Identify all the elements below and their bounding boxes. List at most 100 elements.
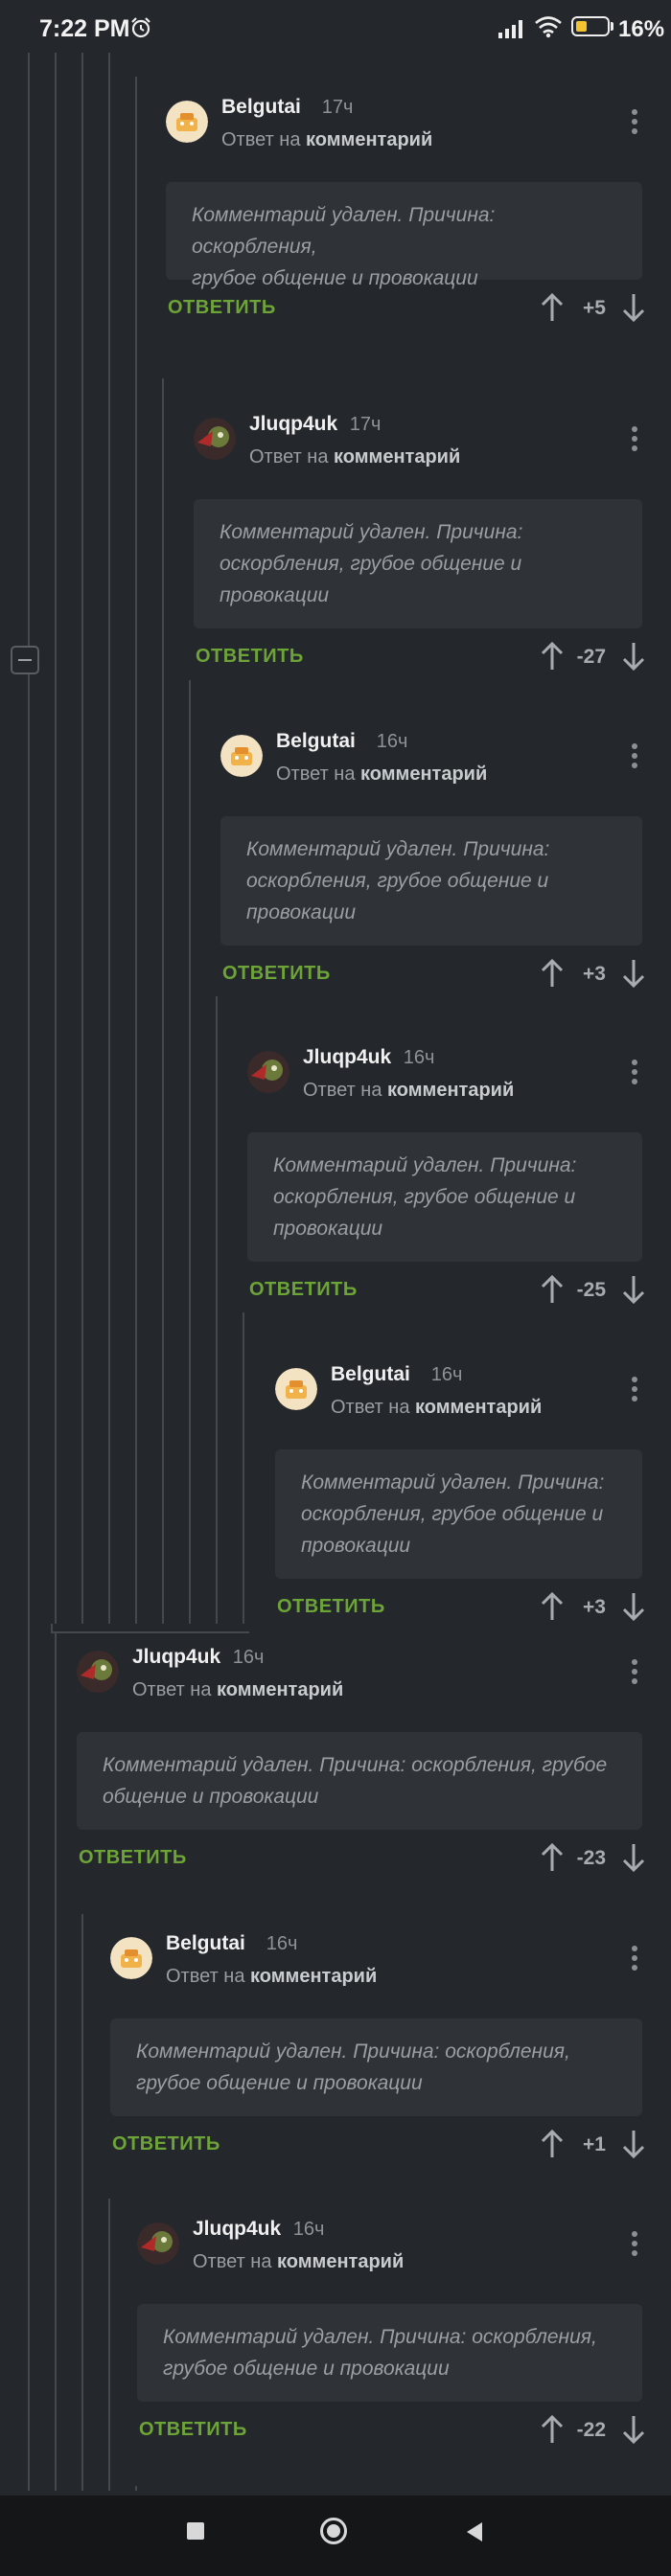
back-button[interactable]: [465, 2521, 484, 2542]
reply-prefix: Ответ на: [276, 764, 356, 785]
more-options-icon[interactable]: [631, 1946, 638, 1974]
comment-body: Комментарий удален. Причина: оскорбления…: [110, 2018, 642, 2116]
avatar[interactable]: [194, 418, 236, 460]
avatar[interactable]: [247, 1051, 289, 1093]
comment-author[interactable]: Jluqp4uk: [249, 413, 337, 436]
upvote-icon[interactable]: [541, 292, 564, 322]
avatar[interactable]: [220, 735, 263, 777]
comment-time: 17ч: [321, 97, 354, 118]
reply-target-link[interactable]: комментарий: [360, 764, 487, 785]
home-button[interactable]: [320, 2518, 347, 2544]
avatar[interactable]: [137, 2223, 179, 2265]
reply-target-link[interactable]: комментарий: [277, 2251, 404, 2272]
avatar[interactable]: [166, 101, 208, 143]
reply-button[interactable]: ОТВЕТИТЬ: [196, 646, 304, 668]
reply-button[interactable]: ОТВЕТИТЬ: [249, 1279, 358, 1301]
comment-body: Комментарий удален. Причина: оскорбления,…: [247, 1132, 642, 1262]
reply-target-link[interactable]: комментарий: [415, 1397, 542, 1418]
reply-button[interactable]: ОТВЕТИТЬ: [222, 963, 331, 985]
more-options-icon[interactable]: [631, 109, 638, 138]
more-options-icon[interactable]: [631, 2231, 638, 2260]
comment-score: -23: [576, 1847, 606, 1869]
battery-icon: [571, 16, 610, 36]
downvote-icon[interactable]: [622, 959, 645, 989]
comment-author[interactable]: Belgutai: [221, 96, 301, 119]
comment-body-line: Комментарий удален. Причина: оскорбления…: [192, 204, 496, 258]
reply-prefix: Ответ на: [166, 1966, 245, 1987]
battery-tip: [611, 22, 613, 31]
comment-body-line: грубое общение и провокации: [192, 267, 478, 289]
downvote-icon[interactable]: [622, 2130, 645, 2159]
reply-to-label: Ответ на комментарий: [331, 1397, 542, 1419]
comment-body-line: Комментарий удален. Причина:: [220, 521, 523, 543]
comment-author[interactable]: Jluqp4uk: [132, 1646, 220, 1669]
comment-body: Комментарий удален. Причина: оскорбления,…: [220, 816, 642, 946]
more-options-icon[interactable]: [631, 1377, 638, 1405]
upvote-icon[interactable]: [541, 1842, 564, 1872]
upvote-icon[interactable]: [541, 641, 564, 671]
reply-button[interactable]: ОТВЕТИТЬ: [277, 1596, 385, 1618]
reply-target-link[interactable]: комментарий: [306, 129, 432, 150]
comment-author[interactable]: Belgutai: [276, 730, 356, 753]
upvote-icon[interactable]: [541, 2129, 564, 2158]
reply-button[interactable]: ОТВЕТИТЬ: [112, 2133, 220, 2155]
avatar[interactable]: [110, 1937, 152, 1979]
alarm-icon: [131, 17, 150, 38]
comment-time: 16ч: [292, 2219, 325, 2240]
downvote-icon[interactable]: [622, 1592, 645, 1622]
comment-body: Комментарий удален. Причина: оскорбления…: [77, 1732, 642, 1830]
reply-prefix: Ответ на: [249, 446, 329, 467]
comment-body-line: оскорбления, грубое общение и: [246, 870, 549, 892]
avatar[interactable]: [77, 1651, 119, 1693]
more-options-icon[interactable]: [631, 743, 638, 772]
collapse-thread-button[interactable]: [11, 646, 39, 674]
reply-target-link[interactable]: комментарий: [250, 1966, 377, 1987]
comment-body-line: провокации: [246, 901, 357, 923]
comment-time: 16ч: [403, 1047, 435, 1068]
comment-author[interactable]: Jluqp4uk: [193, 2218, 281, 2241]
more-options-icon[interactable]: [631, 426, 638, 455]
reply-prefix: Ответ на: [331, 1397, 410, 1418]
comment-author[interactable]: Belgutai: [166, 1932, 245, 1955]
downvote-icon[interactable]: [622, 293, 645, 323]
comment-score: +1: [583, 2133, 606, 2155]
comment-author[interactable]: Jluqp4uk: [303, 1046, 391, 1069]
comment-time: 17ч: [349, 414, 382, 435]
more-options-icon[interactable]: [631, 1060, 638, 1088]
comment-time: 16ч: [232, 1647, 265, 1668]
reply-to-label: Ответ на комментарий: [303, 1080, 514, 1102]
reply-to-label: Ответ на комментарий: [276, 764, 487, 786]
comment-body: Комментарий удален. Причина: оскорбления…: [166, 182, 642, 289]
comment-body-line: грубое общение и провокации: [163, 2358, 450, 2380]
comment-body-line: грубое общение и провокации: [136, 2072, 423, 2094]
comment-time: 16ч: [376, 731, 408, 752]
upvote-icon[interactable]: [541, 958, 564, 988]
more-options-icon[interactable]: [631, 1659, 638, 1688]
comment-body-line: оскорбления, грубое общение и: [220, 553, 522, 575]
comment-score: -27: [576, 646, 606, 668]
comment-score: -22: [576, 2419, 606, 2441]
downvote-icon[interactable]: [622, 1843, 645, 1873]
reply-button[interactable]: ОТВЕТИТЬ: [168, 297, 276, 319]
reply-to-label: Ответ на комментарий: [166, 1966, 377, 1988]
reply-target-link[interactable]: комментарий: [334, 446, 460, 467]
downvote-icon[interactable]: [622, 2415, 645, 2445]
comment-body-line: Комментарий удален. Причина:: [246, 838, 550, 860]
downvote-icon[interactable]: [622, 1275, 645, 1305]
reply-target-link[interactable]: комментарий: [217, 1679, 343, 1700]
comment-body-line: провокации: [220, 584, 330, 606]
comment-time: 16ч: [430, 1364, 463, 1385]
recent-apps-button[interactable]: [187, 2522, 204, 2540]
upvote-icon[interactable]: [541, 1274, 564, 1304]
status-time: 7:22 PM: [39, 15, 130, 42]
reply-button[interactable]: ОТВЕТИТЬ: [79, 1847, 187, 1869]
downvote-icon[interactable]: [622, 642, 645, 672]
comment-author[interactable]: Belgutai: [331, 1363, 410, 1386]
comment-body-line: Комментарий удален. Причина: оскорбления…: [136, 2040, 570, 2063]
comment-body: Комментарий удален. Причина: оскорбления,…: [275, 1449, 642, 1579]
reply-button[interactable]: ОТВЕТИТЬ: [139, 2419, 247, 2441]
upvote-icon[interactable]: [541, 2414, 564, 2444]
reply-target-link[interactable]: комментарий: [387, 1080, 514, 1101]
avatar[interactable]: [275, 1368, 317, 1410]
upvote-icon[interactable]: [541, 1591, 564, 1621]
